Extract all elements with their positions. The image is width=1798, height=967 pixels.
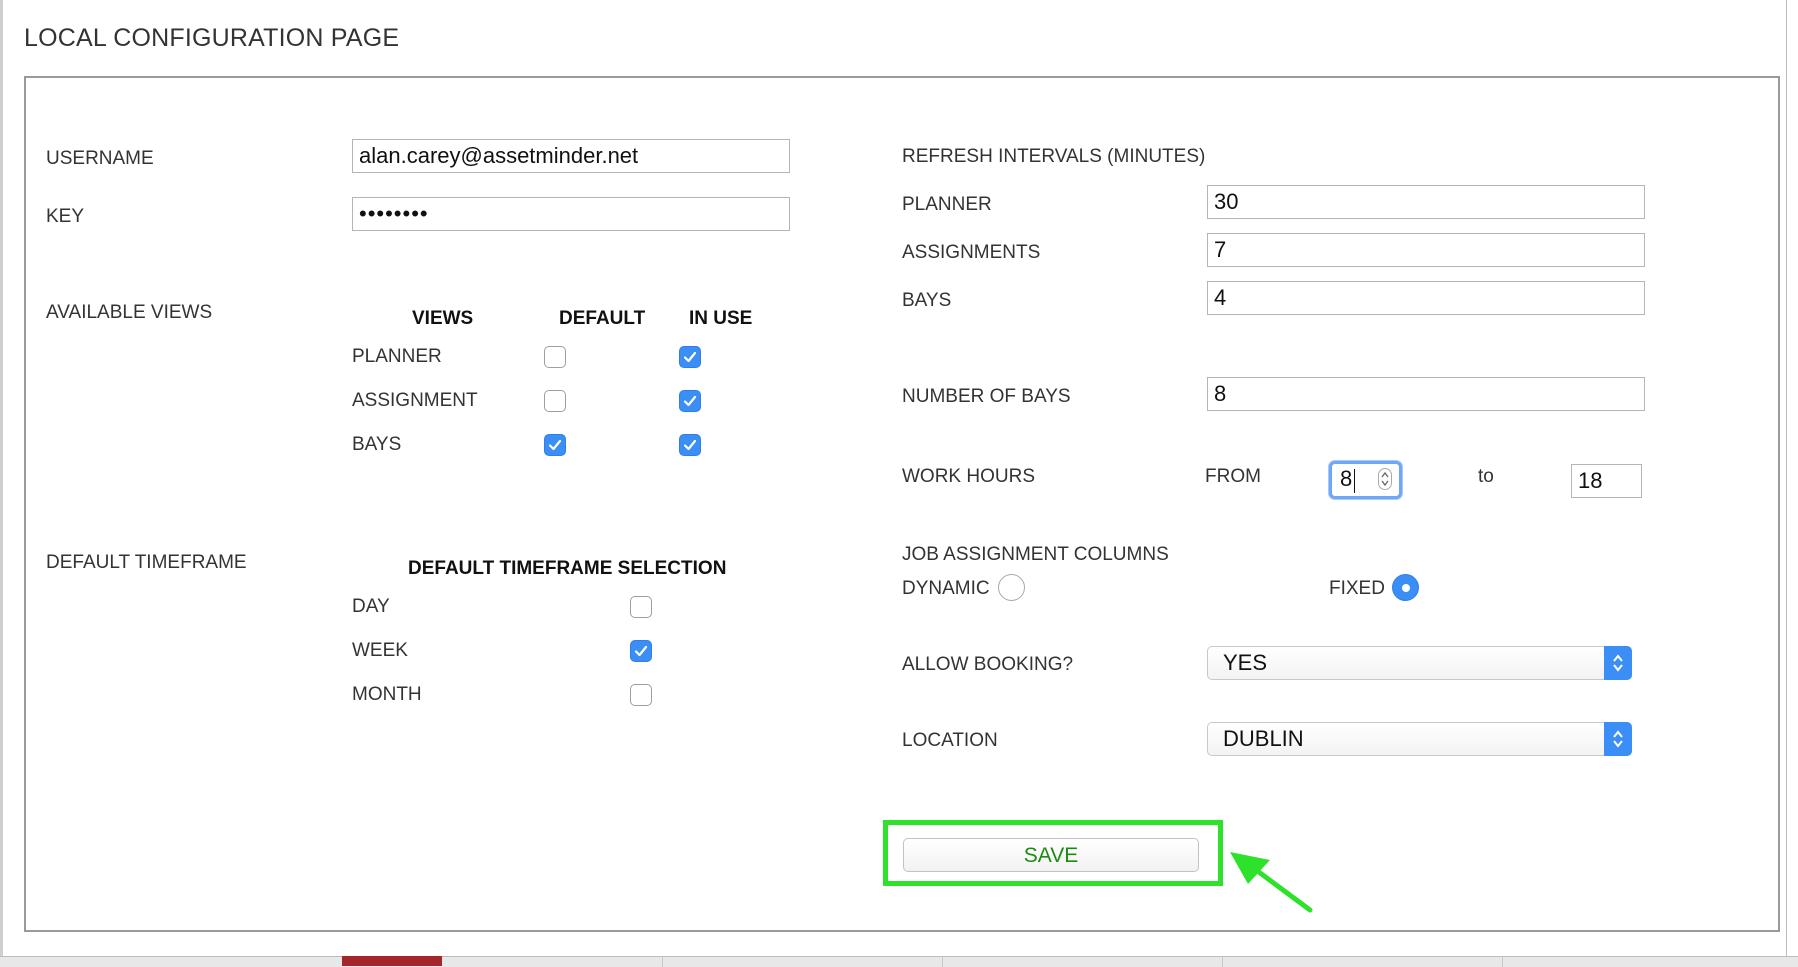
- job-assignment-columns-label: JOB ASSIGNMENT COLUMNS: [902, 544, 1169, 565]
- bottom-tab-strip: [0, 956, 1798, 967]
- stepper-arrows-icon[interactable]: [1378, 468, 1392, 490]
- allow-booking-value: YES: [1223, 650, 1268, 675]
- refresh-assignments-input[interactable]: [1207, 233, 1645, 267]
- timeframe-label-week: WEEK: [352, 640, 408, 661]
- assignment-default-checkbox[interactable]: [544, 390, 566, 412]
- timeframe-label-month: MONTH: [352, 684, 422, 705]
- key-label: KEY: [46, 206, 85, 227]
- bays-in-use-checkbox[interactable]: [679, 434, 701, 456]
- allow-booking-label: ALLOW BOOKING?: [902, 654, 1074, 675]
- number-of-bays-input[interactable]: [1207, 377, 1645, 411]
- refresh-intervals-label: REFRESH INTERVALS (MINUTES): [902, 146, 1206, 167]
- timeframe-label-day: DAY: [352, 596, 390, 617]
- work-hours-to-label: to: [1478, 466, 1494, 487]
- select-arrows-icon: [1604, 646, 1632, 680]
- work-hours-from-value: 8: [1340, 466, 1353, 491]
- in-use-header: IN USE: [689, 308, 753, 329]
- refresh-bays-label: BAYS: [902, 290, 952, 311]
- month-checkbox[interactable]: [630, 684, 652, 706]
- week-checkbox[interactable]: [630, 640, 652, 662]
- allow-booking-select[interactable]: YES: [1207, 646, 1632, 680]
- default-header: DEFAULT: [559, 308, 646, 329]
- select-arrows-icon: [1604, 722, 1632, 756]
- assignment-in-use-checkbox[interactable]: [679, 390, 701, 412]
- refresh-assignments-label: ASSIGNMENTS: [902, 242, 1041, 263]
- fixed-radio[interactable]: [1392, 574, 1419, 601]
- number-of-bays-label: NUMBER OF BAYS: [902, 386, 1071, 407]
- window-edge-right: [1786, 0, 1787, 960]
- save-button[interactable]: SAVE: [903, 838, 1199, 872]
- default-timeframe-label: DEFAULT TIMEFRAME: [46, 552, 247, 573]
- view-label-assignment: ASSIGNMENT: [352, 390, 478, 411]
- planner-in-use-checkbox[interactable]: [679, 346, 701, 368]
- views-header: VIEWS: [412, 308, 474, 329]
- work-hours-from-label: FROM: [1205, 466, 1261, 487]
- day-checkbox[interactable]: [630, 596, 652, 618]
- work-hours-to-input[interactable]: [1571, 464, 1642, 498]
- work-hours-label: WORK HOURS: [902, 466, 1035, 487]
- timeframe-header: DEFAULT TIMEFRAME SELECTION: [408, 558, 727, 579]
- refresh-planner-label: PLANNER: [902, 194, 992, 215]
- view-label-planner: PLANNER: [352, 346, 442, 367]
- username-input[interactable]: [352, 139, 790, 173]
- fixed-label: FIXED: [1329, 578, 1385, 599]
- text-cursor: [1354, 469, 1355, 493]
- view-label-bays: BAYS: [352, 434, 402, 455]
- key-input[interactable]: [352, 197, 790, 231]
- available-views-label: AVAILABLE VIEWS: [46, 302, 213, 323]
- page-title: LOCAL CONFIGURATION PAGE: [24, 24, 400, 52]
- planner-default-checkbox[interactable]: [544, 346, 566, 368]
- location-select[interactable]: DUBLIN: [1207, 722, 1632, 756]
- arrow-pointer-icon: [1230, 852, 1313, 913]
- refresh-bays-input[interactable]: [1207, 281, 1645, 315]
- refresh-planner-input[interactable]: [1207, 185, 1645, 219]
- username-label: USERNAME: [46, 148, 154, 169]
- location-label: LOCATION: [902, 730, 998, 751]
- location-value: DUBLIN: [1223, 726, 1304, 751]
- window-edge: [0, 0, 3, 960]
- work-hours-from-stepper[interactable]: 8: [1329, 461, 1402, 499]
- bays-default-checkbox[interactable]: [544, 434, 566, 456]
- dynamic-radio[interactable]: [998, 574, 1025, 601]
- active-tab-indicator[interactable]: [342, 956, 442, 966]
- dynamic-label: DYNAMIC: [902, 578, 990, 599]
